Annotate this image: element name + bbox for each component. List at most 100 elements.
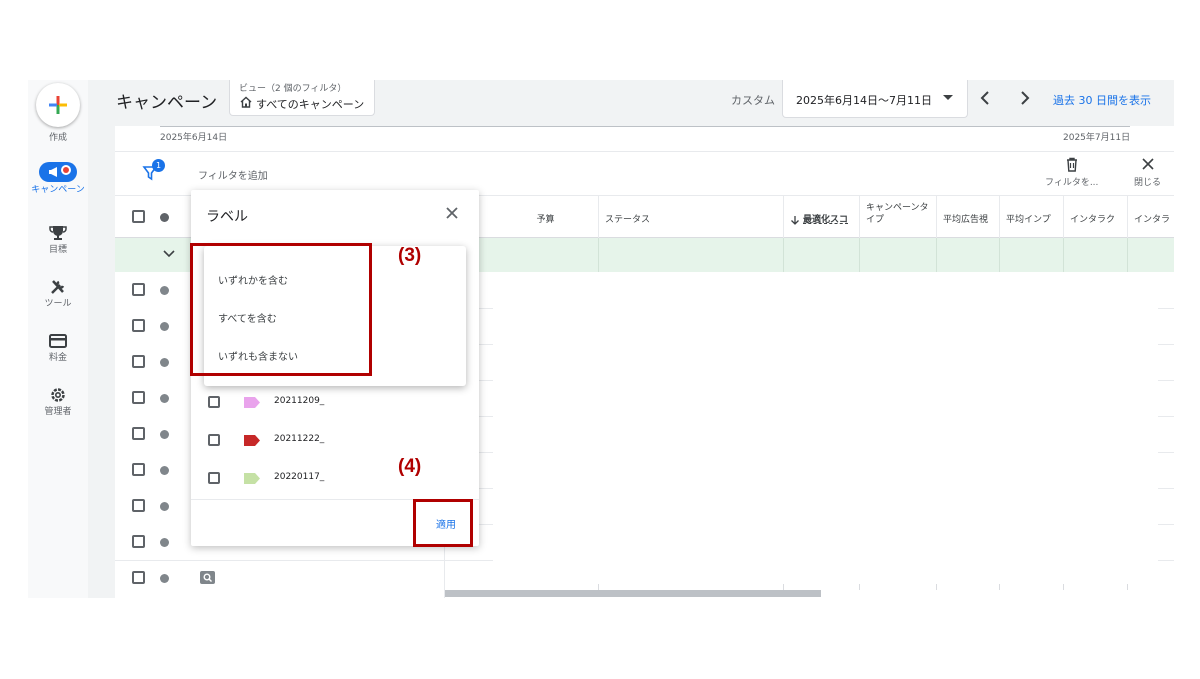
annotation-label-4: (4)	[398, 456, 422, 477]
sort-down-arrow-icon	[791, 216, 799, 225]
dropdown-arrow-icon	[943, 95, 953, 100]
paused-icon	[160, 538, 169, 547]
label-checkbox[interactable]	[208, 434, 220, 446]
label-option[interactable]: 20211222_	[191, 422, 479, 460]
row-checkbox[interactable]	[132, 499, 145, 512]
label-name: 20211209_	[274, 396, 325, 406]
timeline-start: 2025年6月14日	[160, 133, 228, 143]
annotation-box-3	[190, 243, 372, 376]
trash-icon	[1066, 157, 1077, 172]
column-tick	[859, 584, 860, 590]
paused-icon	[160, 358, 169, 367]
rail-label-campaigns: キャンペーン	[31, 185, 85, 195]
date-range-value: 2025年6月14日〜7月11日	[796, 94, 932, 107]
row-divider	[1127, 238, 1128, 272]
paused-icon	[160, 574, 169, 583]
col-interaction-2[interactable]: インタラ	[1127, 196, 1174, 238]
row-divider	[999, 238, 1000, 272]
row-separator	[1158, 344, 1174, 345]
timeline-end: 2025年7月11日	[1063, 133, 1131, 143]
annotation-box-4	[413, 499, 473, 547]
label-option[interactable]: 20211209_	[191, 384, 479, 422]
filter-tool-label: フィルタを...	[1045, 178, 1099, 188]
chevron-down-icon[interactable]	[162, 249, 176, 259]
col-optimization-score[interactable]: 最適化スコ	[783, 196, 859, 238]
rail-item-admin[interactable]: 管理者	[28, 386, 88, 417]
col-campaign-type[interactable]: キャンペーンタイプ	[859, 196, 936, 238]
column-tick	[999, 584, 1000, 590]
trophy-icon	[49, 226, 67, 240]
row-divider	[859, 238, 860, 272]
chevron-left-icon[interactable]	[976, 88, 996, 108]
add-filter-input[interactable]: フィルタを追加	[198, 167, 268, 182]
search-campaign-icon	[200, 571, 215, 584]
megaphone-icon	[39, 162, 77, 182]
row-divider	[598, 238, 599, 272]
row-checkbox[interactable]	[132, 571, 145, 584]
date-range-picker[interactable]: 2025年6月14日〜7月11日	[782, 80, 968, 118]
row-checkbox[interactable]	[132, 463, 145, 476]
page-header: キャンペーン ビュー（2 個のフィルタ） すべてのキャンペーン カスタム 202…	[88, 80, 1174, 126]
row-checkbox[interactable]	[132, 283, 145, 296]
close-filter-tool[interactable]: 閉じる	[1134, 157, 1161, 188]
home-icon	[240, 96, 252, 108]
row-separator	[1158, 380, 1174, 381]
label-option[interactable]: 20220117_	[191, 460, 479, 498]
horizontal-scrollbar[interactable]	[445, 590, 821, 597]
rail-label-billing: 料金	[48, 353, 67, 363]
plus-icon	[49, 96, 67, 114]
row-checkbox[interactable]	[132, 319, 145, 332]
label-tag-icon	[244, 435, 260, 446]
column-tick	[936, 584, 937, 590]
row-separator	[1158, 488, 1174, 489]
column-tick	[1127, 584, 1128, 590]
rail-label-goals: 目標	[48, 245, 67, 255]
filter-button[interactable]: 1	[142, 159, 165, 184]
row-checkbox[interactable]	[132, 391, 145, 404]
row-separator	[1158, 452, 1174, 453]
paused-icon	[160, 502, 169, 511]
rail-item-campaigns[interactable]: キャンペーン	[28, 162, 88, 195]
row-checkbox[interactable]	[132, 427, 145, 440]
rail-item-billing[interactable]: 料金	[28, 332, 88, 363]
chevron-right-icon[interactable]	[1014, 88, 1034, 108]
col-avg-view[interactable]: 平均広告視	[936, 196, 999, 238]
label-name: 20211222_	[274, 434, 325, 444]
col-interaction-1[interactable]: インタラク	[1063, 196, 1127, 238]
col-avg-imp[interactable]: 平均インプ	[999, 196, 1063, 238]
create-label: 作成	[48, 133, 67, 143]
view-selector[interactable]: ビュー（2 個のフィルタ） すべてのキャンペーン	[229, 80, 375, 116]
row-checkbox[interactable]	[132, 535, 145, 548]
filter-delete-tool[interactable]: フィルタを...	[1045, 157, 1098, 188]
paused-icon	[160, 286, 169, 295]
panel-title: ラベル	[206, 209, 248, 225]
show-past-30-days-link[interactable]: 過去 30 日間を表示	[1053, 92, 1151, 108]
paused-icon	[160, 394, 169, 403]
row-separator	[445, 560, 493, 561]
close-icon[interactable]	[443, 204, 461, 222]
label-tag-icon	[244, 473, 260, 484]
paused-icon	[160, 322, 169, 331]
timeline-line	[160, 126, 1130, 127]
column-tick	[1063, 584, 1064, 590]
rail-label-tools: ツール	[44, 299, 72, 309]
page-title: キャンペーン	[116, 93, 218, 113]
row-checkbox[interactable]	[132, 355, 145, 368]
row-separator	[115, 560, 445, 561]
status-dot-header	[160, 213, 169, 222]
row-divider	[783, 238, 784, 272]
col-status[interactable]: ステータス	[598, 196, 783, 238]
rail-item-tools[interactable]: ツール	[28, 278, 88, 309]
rail-item-goals[interactable]: 目標	[28, 224, 88, 255]
col-budget[interactable]: 予算	[493, 196, 598, 238]
label-checkbox[interactable]	[208, 396, 220, 408]
row-separator	[1158, 560, 1174, 561]
label-name: 20220117_	[274, 472, 325, 482]
gear-icon	[51, 388, 65, 402]
create-button[interactable]	[36, 83, 80, 127]
row-separator	[1158, 524, 1174, 525]
select-all-checkbox[interactable]	[132, 210, 145, 223]
close-tool-label: 閉じる	[1134, 178, 1162, 188]
label-checkbox[interactable]	[208, 472, 220, 484]
annotation-label-3: (3)	[398, 245, 422, 266]
